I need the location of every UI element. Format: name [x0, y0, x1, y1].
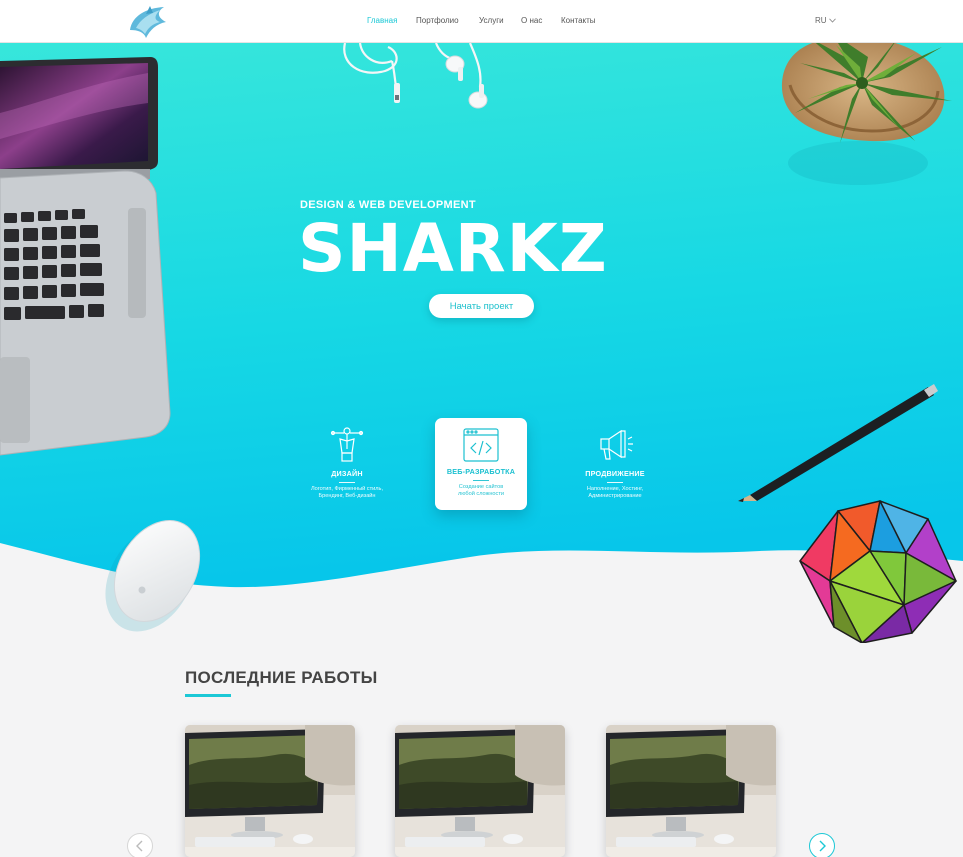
code-window-icon: [463, 428, 499, 462]
service-desc-line1: Создание сайтов: [458, 484, 504, 490]
pen-tool-icon: [330, 427, 364, 462]
laptop-illustration: [0, 57, 171, 456]
service-desc-line2: Брендинг, Веб-дизайн: [318, 493, 376, 499]
work-card[interactable]: [185, 725, 355, 857]
nav-link-contacts[interactable]: Контакты: [561, 16, 596, 25]
service-title: ДИЗАЙН: [331, 469, 363, 478]
chevron-down-icon: [828, 18, 836, 23]
hero-background: [0, 43, 963, 643]
service-title: ВЕБ-РАЗРАБОТКА: [446, 467, 516, 476]
carousel-next-button[interactable]: [809, 833, 835, 857]
work-thumbnail: [606, 725, 776, 857]
section-title: ПОСЛЕДНИЕ РАБОТЫ: [185, 668, 378, 687]
service-desc-line1: Логотип, Фирменный стиль,: [310, 486, 384, 492]
service-web-development[interactable]: ВЕБ-РАЗРАБОТКА Создание сайтов любой сло…: [435, 418, 527, 510]
chevron-right-icon: [819, 840, 826, 852]
language-selector[interactable]: RU: [815, 16, 836, 25]
service-desc-line2: любой сложности: [457, 491, 505, 497]
start-project-button[interactable]: Начать проект: [429, 294, 534, 318]
language-label: RU: [815, 16, 827, 25]
work-thumbnail: [395, 725, 565, 857]
work-card[interactable]: [395, 725, 565, 857]
carousel-prev-button[interactable]: [127, 833, 153, 857]
hero-section: DESIGN & WEB DEVELOPMENT SHARKZ Начать п…: [0, 43, 963, 643]
work-card[interactable]: [606, 725, 776, 857]
service-divider: [339, 482, 355, 483]
section-title-underline: [185, 694, 231, 697]
service-divider: [473, 480, 489, 481]
site-header: Главная Портфолио Услуги О нас Контакты …: [0, 0, 963, 43]
service-desc-line1: Наполнение, Хостинг,: [586, 486, 644, 492]
service-design[interactable]: ДИЗАЙН Логотип, Фирменный стиль, Брендин…: [292, 425, 402, 500]
nav-link-home[interactable]: Главная: [367, 16, 397, 25]
service-desc-line2: Администрирование: [588, 493, 642, 499]
service-title: ПРОДВИЖЕНИЕ: [585, 469, 645, 478]
nav-link-portfolio[interactable]: Портфолио: [416, 16, 459, 25]
nav-link-about[interactable]: О нас: [521, 16, 542, 25]
hero-title: SHARKZ: [298, 210, 608, 287]
service-promotion[interactable]: ПРОДВИЖЕНИЕ Наполнение, Хостинг, Админис…: [560, 425, 670, 500]
plant-illustration: [781, 43, 952, 185]
work-thumbnail: [185, 725, 355, 857]
service-divider: [607, 482, 623, 483]
megaphone-icon: [600, 429, 633, 460]
nav-link-services[interactable]: Услуги: [479, 16, 504, 25]
chevron-left-icon: [136, 840, 143, 852]
